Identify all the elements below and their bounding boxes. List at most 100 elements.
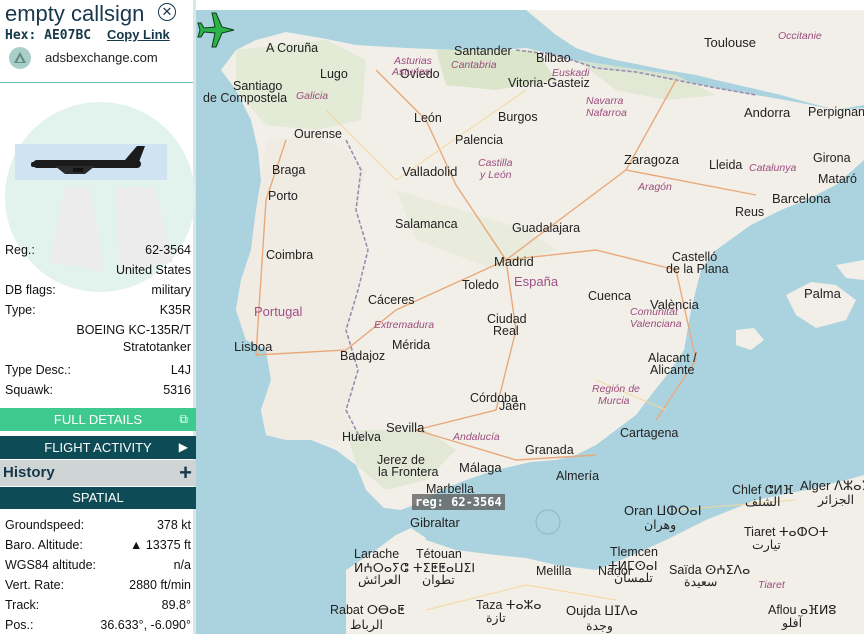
label-comunitat: Comunitat (630, 306, 678, 318)
label-ourense: Ourense (294, 127, 342, 141)
label-de-compostela: de Compostela (203, 91, 288, 105)
baro-altitude-label: Baro. Altitude: (5, 538, 83, 552)
groundspeed-label: Groundspeed: (5, 518, 85, 532)
baro-altitude-value: ▲ 13375 ft (129, 538, 191, 552)
label-mataro: Mataró (818, 172, 857, 186)
label-lleida: Lleida (709, 158, 743, 172)
callsign-title: empty callsign (5, 1, 145, 26)
label-granada: Granada (525, 443, 574, 457)
pos-label: Pos.: (5, 618, 34, 632)
sidebar: empty callsign ✕ Hex: AE07BC Copy Link a… (0, 0, 196, 634)
source-link[interactable]: adsbexchange.com (45, 50, 158, 65)
label-occitanie: Occitanie (778, 30, 822, 42)
flight-activity-button[interactable]: FLIGHT ACTIVITY ▶ (0, 436, 196, 459)
label-tlemcen: Tlemcen (610, 545, 658, 559)
label-zaragoza: Zaragoza (624, 152, 679, 167)
vert-rate-value: 2880 ft/min (129, 578, 191, 592)
label-a-coruna: A Coruña (266, 41, 319, 55)
label-valladolid: Valladolid (402, 164, 458, 179)
label-andorra: Andorra (744, 105, 791, 120)
hex-row: Hex: AE07BC Copy Link (5, 27, 170, 43)
hex-label: Hex: (5, 28, 37, 43)
squawk-value: 5316 (163, 383, 191, 397)
label-de-la-plana: de la Plana (666, 262, 729, 276)
label-almeria: Almería (556, 469, 600, 483)
label-castilla: Castilla (478, 157, 513, 169)
label-extremadura: Extremadura (374, 319, 435, 331)
label-aflou-ar: آفلو (782, 616, 803, 630)
adsbexchange-logo-icon (9, 47, 31, 69)
chevron-right-icon: ▶ (178, 440, 188, 454)
label-y-leon: y León (480, 169, 512, 181)
flight-activity-label: FLIGHT ACTIVITY (44, 440, 152, 455)
label-gibraltar: Gibraltar (410, 515, 460, 530)
typedesc-label: Type Desc.: (5, 363, 71, 377)
label-aflou: Aflou ⴰⴼⵍⵓ (768, 603, 837, 617)
label-porto: Porto (268, 189, 298, 203)
wgs84-altitude-label: WGS84 altitude: (5, 558, 97, 572)
label-larache-ar: العرائش (358, 573, 402, 587)
copy-link[interactable]: Copy Link (107, 27, 170, 42)
history-label: History (3, 464, 55, 481)
spatial-section-header: SPATIAL (0, 487, 196, 509)
full-details-label: FULL DETAILS (53, 412, 143, 427)
label-leon: León (414, 111, 442, 125)
label-huelva: Huelva (342, 430, 381, 444)
label-oujda: Oujda ⵡⵊⴷⴰ (566, 603, 638, 618)
label-burgos: Burgos (498, 110, 538, 124)
label-real: Real (493, 324, 519, 338)
label-jaen: Jaén (499, 399, 527, 413)
dbflags-value: military (151, 283, 191, 297)
aircraft-silhouette-icon (31, 146, 145, 174)
label-tiaret-ar: تيارت (752, 538, 781, 552)
label-lugo: Lugo (320, 67, 348, 81)
label-valenciana: Valenciana (630, 318, 682, 330)
label-salamanca: Salamanca (395, 217, 458, 231)
reg-value: 62-3564 (145, 243, 191, 257)
source-row[interactable]: adsbexchange.com (9, 47, 193, 69)
track-value: 89.8° (161, 598, 191, 612)
label-alicante: Alicante (650, 363, 695, 377)
label-girona: Girona (813, 151, 851, 165)
label-asturies: Asturies (392, 66, 430, 78)
label-taza-ar: تازة (486, 611, 506, 625)
label-la-frontera: la Frontera (378, 465, 439, 479)
aircraft-label: reg: 62-3564 (412, 494, 505, 510)
label-region-de: Región de (592, 383, 640, 395)
map-view[interactable]: A Coruña Santander Bilbao Toulouse Occit… (196, 10, 864, 634)
country-value: United States (115, 263, 191, 277)
label-braga: Braga (272, 163, 306, 177)
aircraft-marker-icon[interactable] (196, 10, 236, 50)
label-madrid: Madrid (494, 254, 534, 269)
label-rabat: Rabat ⵔⴱⴰⵟ (330, 603, 405, 617)
label-portugal: Portugal (254, 304, 303, 319)
pos-value: 36.633°, -6.090° (100, 618, 191, 632)
label-nador: Nador (598, 564, 633, 578)
label-aragon: Aragón (638, 181, 672, 193)
label-perpignan: Perpignan (808, 105, 864, 119)
label-toulouse: Toulouse (704, 35, 757, 50)
type-name-value: BOEING KC-135R/T Stratotanker (76, 323, 191, 354)
type-label: Type: (5, 303, 36, 317)
label-coimbra: Coimbra (266, 248, 314, 262)
label-tetouan: Tétouan (416, 547, 462, 561)
label-malaga: Málaga (459, 460, 502, 475)
vert-rate-label: Vert. Rate: (5, 578, 65, 592)
external-link-icon: ⧉ (179, 412, 188, 426)
label-guadalajara: Guadalajara (512, 221, 581, 235)
label-tiaret-region: Tiaret (758, 579, 785, 591)
label-espana: España (514, 274, 559, 289)
label-santander: Santander (454, 44, 512, 58)
squawk-label: Squawk: (5, 383, 53, 397)
history-section-toggle[interactable]: History + (0, 460, 196, 486)
full-details-button[interactable]: FULL DETAILS ⧉ (0, 408, 196, 431)
label-merida: Mérida (392, 338, 431, 352)
close-icon: ✕ (161, 4, 173, 19)
label-palencia: Palencia (455, 133, 503, 147)
typedesc-value: L4J (170, 363, 191, 377)
spatial-label: SPATIAL (72, 490, 124, 505)
label-badajoz: Badajoz (340, 349, 386, 363)
close-button[interactable]: ✕ (158, 3, 176, 21)
hex-value: AE07BC (44, 28, 92, 43)
label-rabat-ar: الرباط (350, 618, 384, 632)
